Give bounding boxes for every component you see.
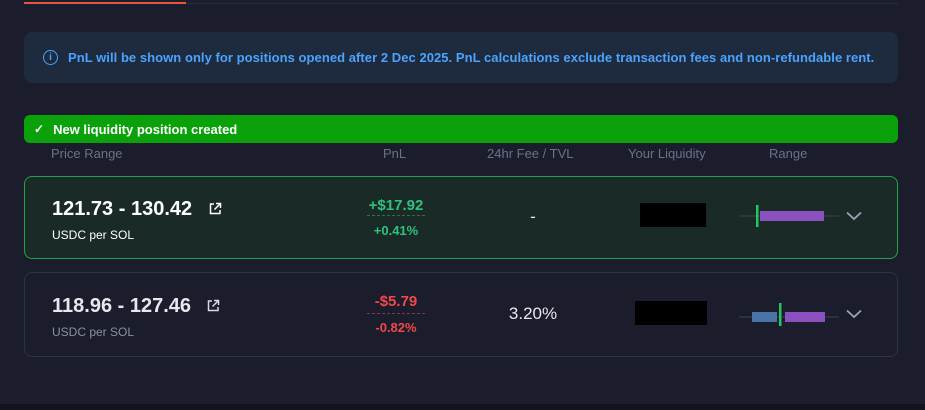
column-header-fee-tvl: 24hr Fee / TVL — [487, 146, 574, 161]
position-row[interactable]: 121.73 - 130.42 USDC per SOL +$17.92 +0.… — [24, 176, 898, 259]
range-indicator — [739, 205, 839, 227]
chevron-down-icon[interactable] — [845, 211, 863, 221]
pnl-percent: -0.82% — [375, 320, 417, 335]
pnl-divider — [367, 215, 425, 216]
pnl-percent: +0.41% — [373, 223, 419, 238]
external-link-icon[interactable] — [208, 202, 222, 216]
bottom-edge — [0, 404, 925, 410]
pnl-info-banner: i PnL will be shown only for positions o… — [24, 32, 898, 83]
fee-tvl-value: - — [530, 207, 536, 226]
pnl-info-text: PnL will be shown only for positions ope… — [68, 50, 875, 65]
info-icon: i — [43, 50, 58, 65]
range-indicator — [739, 303, 839, 326]
column-header-pnl: PnL — [383, 146, 407, 161]
check-icon: ✓ — [34, 122, 45, 136]
price-range-value: 118.96 - 127.46 — [52, 295, 192, 317]
column-header-price-range: Price Range — [51, 146, 123, 161]
pnl-value: +$17.92 — [368, 197, 424, 214]
liquidity-value-redacted — [640, 203, 706, 227]
tab-divider — [186, 3, 898, 4]
price-pair-label: USDC per SOL — [52, 325, 135, 339]
position-row[interactable]: 118.96 - 127.46 USDC per SOL -$5.79 -0.8… — [24, 272, 898, 357]
pnl-value: -$5.79 — [374, 293, 418, 310]
chevron-down-icon[interactable] — [845, 309, 863, 319]
liquidity-value-redacted — [635, 301, 707, 325]
position-created-toast: ✓ New liquidity position created — [24, 115, 898, 143]
external-link-icon[interactable] — [206, 299, 220, 313]
column-header-range: Range — [769, 146, 808, 161]
active-tab-indicator — [24, 2, 186, 4]
column-header-your-liquidity: Your Liquidity — [628, 146, 706, 161]
fee-tvl-value: 3.20% — [508, 304, 558, 323]
price-pair-label: USDC per SOL — [52, 228, 135, 242]
price-range-value: 121.73 - 130.42 — [52, 198, 193, 220]
pnl-divider — [367, 313, 425, 314]
toast-message: New liquidity position created — [53, 121, 238, 137]
